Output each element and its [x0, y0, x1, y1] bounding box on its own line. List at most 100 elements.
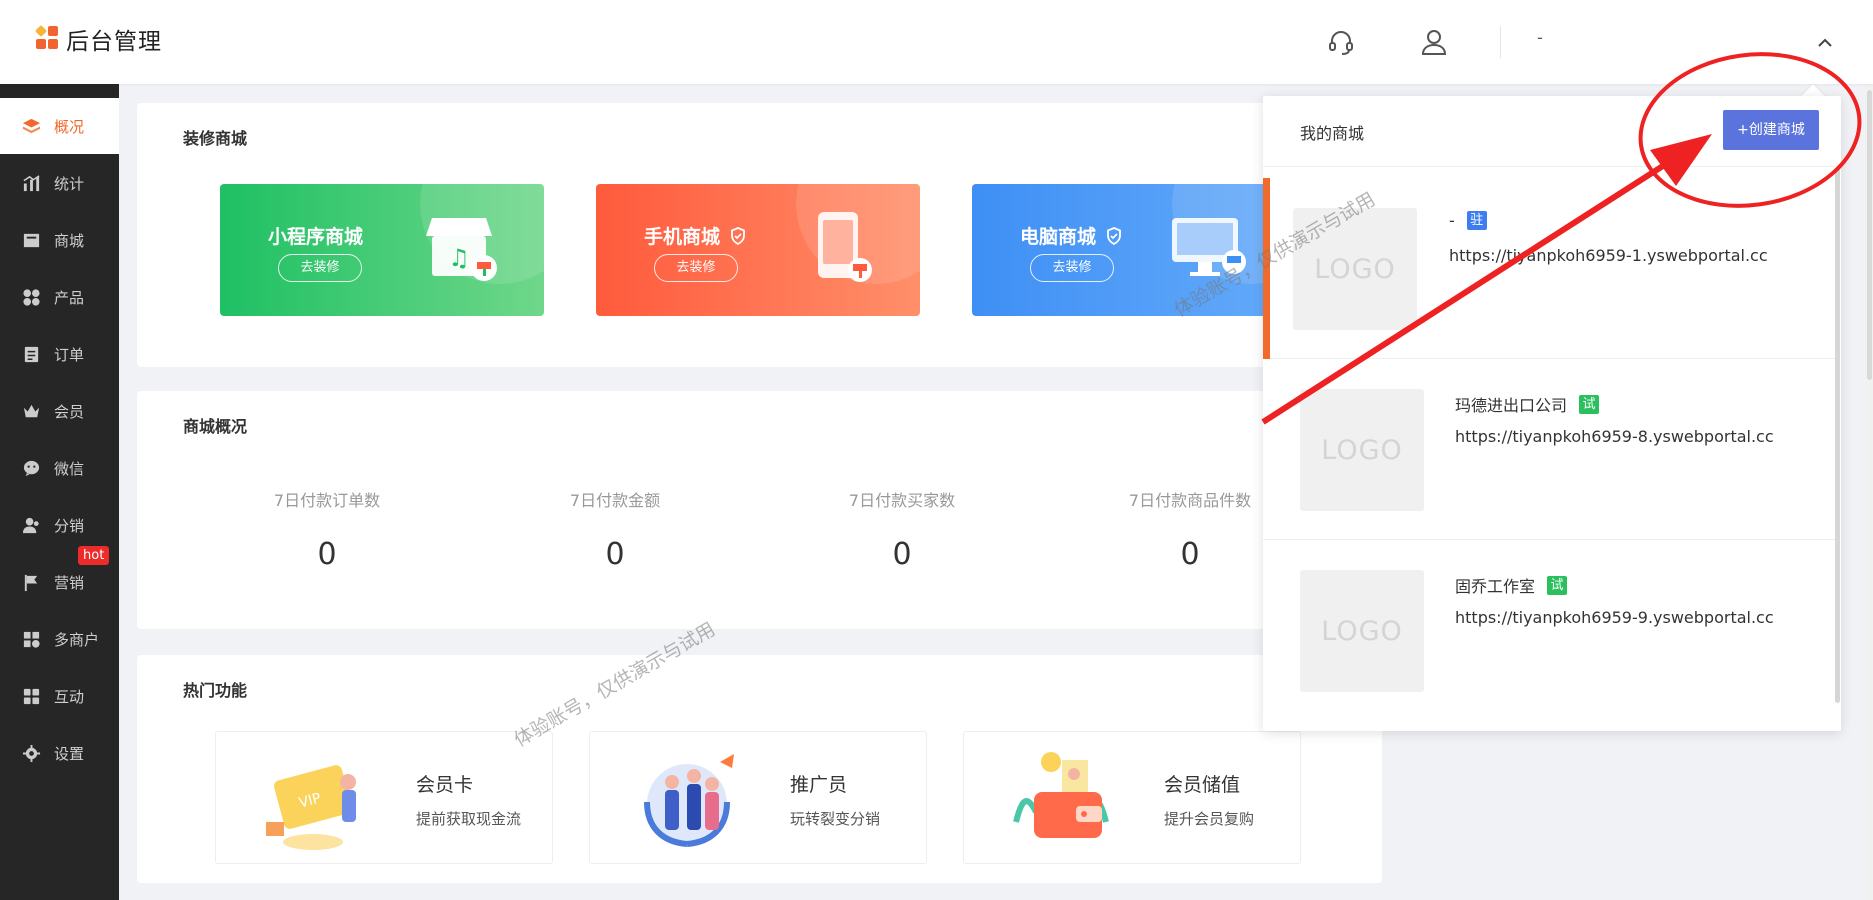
sidebar: 概况 统计 商城 产品 订单 会员 微信 分销 营销 hot 多商户 互动 设置: [0, 84, 119, 900]
user-icon[interactable]: [1418, 26, 1450, 58]
sidebar-item-distribution[interactable]: 分销: [0, 497, 119, 553]
sidebar-item-products[interactable]: 产品: [0, 269, 119, 325]
interact-icon: [23, 688, 40, 704]
stat-value: 0: [1180, 537, 1200, 572]
dropdown-divider: [1263, 166, 1841, 167]
vip-card-illustration: VIP: [266, 765, 356, 850]
sidebar-item-label: 多商户: [54, 630, 100, 649]
sidebar-item-label: 概况: [54, 117, 85, 136]
stat-label: 7日付款订单数: [273, 491, 381, 510]
sidebar-item-orders[interactable]: 订单: [0, 326, 119, 382]
verified-shield-icon: [731, 226, 745, 245]
feature-promoter[interactable]: 推广员 玩转裂变分销: [589, 731, 927, 864]
wechat-icon: [23, 460, 40, 476]
layers-icon: [22, 118, 41, 133]
section-title: 装修商城: [183, 129, 248, 148]
stat-items: 7日付款商品件数 0: [1090, 487, 1290, 572]
sidebar-item-interaction[interactable]: 互动: [0, 668, 119, 724]
overview-card: 商城概况 7日付款订单数 0 7日付款金额 0 7日付款买家数 0 7日付款商品…: [137, 391, 1382, 629]
feature-name: 会员卡: [416, 774, 474, 796]
sidebar-item-stats[interactable]: 统计: [0, 155, 119, 211]
shop-url: https://tiyanpkoh6959-8.yswebportal.cc: [1455, 427, 1774, 446]
mobile-mall-banner[interactable]: 手机商城 去装修: [596, 184, 920, 316]
gear-icon: [22, 744, 41, 762]
stat-label: 7日付款商品件数: [1128, 491, 1252, 510]
chart-icon: [23, 174, 40, 191]
chevron-up-icon[interactable]: [1812, 30, 1838, 56]
mini-program-store-icon: ♫: [426, 218, 497, 281]
sidebar-item-members[interactable]: 会员: [0, 383, 119, 439]
shop-tag: 驻: [1466, 211, 1487, 230]
mini-program-banner[interactable]: 小程序商城 去装修 ♫: [220, 184, 544, 316]
headset-icon[interactable]: [1325, 26, 1357, 58]
sidebar-item-label: 统计: [54, 174, 85, 193]
shop-logo-placeholder: LOGO: [1300, 570, 1424, 692]
sidebar-item-multi-merchant[interactable]: 多商户: [0, 611, 119, 667]
header-divider: [1500, 26, 1501, 58]
crown-icon: [23, 404, 40, 417]
feature-member-recharge[interactable]: 会员储值 提升会员复购: [963, 731, 1301, 864]
desktop-icon: [1172, 218, 1246, 276]
banner-title: 手机商城: [644, 226, 721, 248]
dropdown-scrollbar[interactable]: [1835, 168, 1840, 703]
decorate-button[interactable]: 去装修: [654, 254, 738, 282]
sidebar-item-overview[interactable]: 概况: [0, 98, 119, 154]
feature-desc: 提升会员复购: [1164, 810, 1255, 828]
stat-value: 0: [605, 537, 625, 572]
feature-desc: 玩转裂变分销: [790, 810, 881, 828]
feature-desc: 提前获取现金流: [416, 810, 522, 828]
hot-badge: hot: [78, 546, 110, 565]
user-name[interactable]: -: [1537, 28, 1543, 47]
sidebar-item-mall[interactable]: 商城: [0, 212, 119, 268]
wallet-illustration: [1013, 752, 1109, 838]
stat-value: 0: [892, 537, 912, 572]
app-logo[interactable]: 后台管理: [34, 22, 162, 56]
sidebar-item-label: 订单: [54, 345, 85, 364]
shop-name: -: [1449, 211, 1455, 230]
shop-list-item[interactable]: LOGO 固乔工作室试 https://tiyanpkoh6959-9.yswe…: [1263, 540, 1835, 721]
shop-name: 玛德进出口公司: [1455, 396, 1568, 415]
feature-member-card[interactable]: VIP 会员卡 提前获取现金流: [215, 731, 553, 864]
section-title: 热门功能: [183, 681, 248, 700]
app-title: 后台管理: [66, 29, 162, 55]
mobile-phone-icon: [818, 212, 872, 282]
sidebar-item-label: 商城: [54, 231, 85, 250]
stat-orders: 7日付款订单数 0: [227, 487, 427, 572]
my-mall-dropdown: 我的商城 +创建商城 LOGO -驻 https://tiyanpkoh6959…: [1263, 96, 1841, 731]
shop-tag: 试: [1547, 575, 1568, 595]
shop-list-item[interactable]: LOGO -驻 https://tiyanpkoh6959-1.yswebpor…: [1263, 178, 1835, 359]
shop-name: 固乔工作室: [1455, 577, 1536, 596]
sidebar-item-wechat[interactable]: 微信: [0, 440, 119, 496]
sidebar-item-label: 设置: [54, 744, 85, 763]
stat-label: 7日付款金额: [569, 491, 661, 510]
sidebar-item-settings[interactable]: 设置: [0, 725, 119, 781]
sidebar-item-marketing[interactable]: 营销 hot: [0, 546, 119, 610]
sidebar-item-label: 产品: [54, 288, 85, 307]
sidebar-item-label: 微信: [54, 459, 85, 478]
top-header: 后台管理 -: [0, 0, 1873, 84]
grid-icon: [23, 288, 40, 306]
page-scrollbar[interactable]: [1866, 84, 1873, 900]
feature-name: 会员储值: [1164, 774, 1241, 796]
create-mall-button[interactable]: +创建商城: [1723, 110, 1819, 150]
flag-icon: [24, 574, 38, 591]
shop-list-item[interactable]: LOGO 玛德进出口公司试 https://tiyanpkoh6959-8.ys…: [1263, 359, 1835, 540]
svg-text:♫: ♫: [448, 244, 470, 272]
shop-url: https://tiyanpkoh6959-1.yswebportal.cc: [1449, 246, 1768, 265]
stat-value: 0: [317, 537, 337, 572]
decorate-card: 装修商城 小程序商城 去装修 ♫ 手机商城 去装修 电脑商城 去装修: [137, 103, 1382, 367]
verified-shield-icon: [1107, 226, 1121, 245]
shop-tag: 试: [1579, 394, 1600, 414]
stat-amount: 7日付款金额 0: [515, 487, 715, 572]
store-icon: [23, 233, 40, 247]
sidebar-item-label: 营销: [54, 573, 85, 592]
dropdown-title: 我的商城: [1300, 124, 1365, 143]
decorate-button[interactable]: 去装修: [1030, 254, 1114, 282]
order-icon: [24, 346, 39, 362]
decorate-button[interactable]: 去装修: [278, 254, 362, 282]
shop-logo-placeholder: LOGO: [1300, 389, 1424, 511]
app-root: 后台管理 - 概况 统计 商城 产品 订单 会员 微信 分销 营销 hot 多商…: [0, 0, 1873, 900]
section-title: 商城概况: [183, 417, 248, 436]
logo-mark-icon: [34, 24, 60, 52]
sidebar-item-label: 分销: [54, 516, 85, 535]
